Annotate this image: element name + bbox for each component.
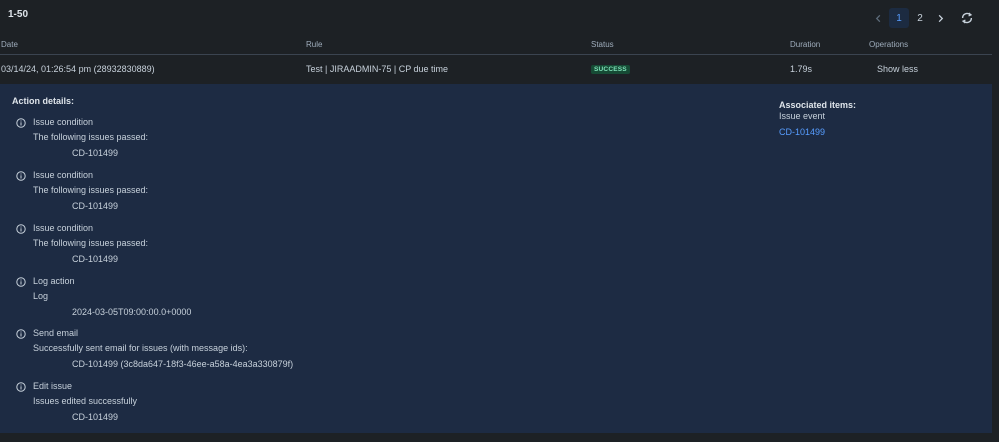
action-title: Edit issue	[33, 381, 73, 391]
refresh-button[interactable]	[957, 8, 977, 28]
chevron-left-icon	[875, 14, 880, 22]
action-subtitle: Successfully sent email for issues (with…	[33, 343, 248, 353]
action-subtitle: The following issues passed:	[33, 238, 149, 248]
column-operations: Operations	[869, 40, 909, 49]
action-subtitle: Log	[33, 291, 49, 301]
action-title: Send email	[33, 328, 79, 338]
action-title: Issue condition	[33, 170, 94, 180]
info-icon	[16, 171, 26, 181]
action-value: CD-101499	[72, 254, 119, 264]
action-subtitle: Issues edited successfully	[33, 396, 138, 406]
refresh-icon	[961, 12, 973, 24]
associated-items: Associated items: Issue event CD-101499	[779, 100, 856, 137]
action-value: CD-101499	[72, 201, 119, 211]
column-date[interactable]: Date	[1, 40, 18, 49]
page-button-1[interactable]: 1	[889, 8, 909, 28]
action-title: Issue condition	[33, 223, 94, 233]
prev-page-button[interactable]	[868, 8, 888, 28]
row-date: 03/14/24, 01:26:54 pm (28932830889)	[1, 64, 155, 74]
info-icon	[16, 329, 26, 339]
action-details-panel: Action details: Issue condition The foll…	[0, 84, 992, 433]
action-title: Issue condition	[33, 117, 94, 127]
show-less-button[interactable]: Show less	[877, 64, 918, 74]
column-duration[interactable]: Duration	[790, 40, 820, 49]
status-badge: SUCCESS	[591, 65, 630, 74]
info-icon	[16, 277, 26, 287]
info-icon	[16, 382, 26, 392]
associated-items-subtitle: Issue event	[779, 111, 826, 121]
table-row: 03/14/24, 01:26:54 pm (28932830889) Test…	[0, 56, 992, 84]
info-icon	[16, 118, 26, 128]
action-value: CD-101499	[72, 412, 119, 422]
action-details-title: Action details:	[12, 96, 75, 106]
row-duration: 1.79s	[790, 64, 813, 74]
page-button-2[interactable]: 2	[910, 8, 930, 28]
info-icon	[16, 224, 26, 234]
column-rule[interactable]: Rule	[306, 40, 322, 49]
action-subtitle: The following issues passed:	[33, 132, 149, 142]
row-rule: Test | JIRAADMIN-75 | CP due time	[306, 64, 449, 74]
pagination: 1 2	[868, 7, 977, 29]
action-title: Log action	[33, 276, 75, 286]
automation-audit-log: 1-50 1 2 Date Rule Status Duration Opera…	[0, 0, 999, 442]
action-subtitle: The following issues passed:	[33, 185, 149, 195]
results-count: 1-50	[8, 9, 29, 20]
column-status[interactable]: Status	[591, 40, 614, 49]
action-value: CD-101499 (3c8da647-18f3-46ee-a58a-4ea3a…	[72, 359, 294, 369]
action-value: CD-101499	[72, 148, 119, 158]
associated-issue-link[interactable]: CD-101499	[779, 127, 856, 137]
chevron-right-icon	[938, 14, 943, 22]
table-header: Date Rule Status Duration Operations	[0, 37, 992, 55]
action-value: 2024-03-05T09:00:00.0+0000	[72, 307, 192, 317]
next-page-button[interactable]	[930, 8, 950, 28]
associated-items-title: Associated items:	[779, 100, 857, 110]
